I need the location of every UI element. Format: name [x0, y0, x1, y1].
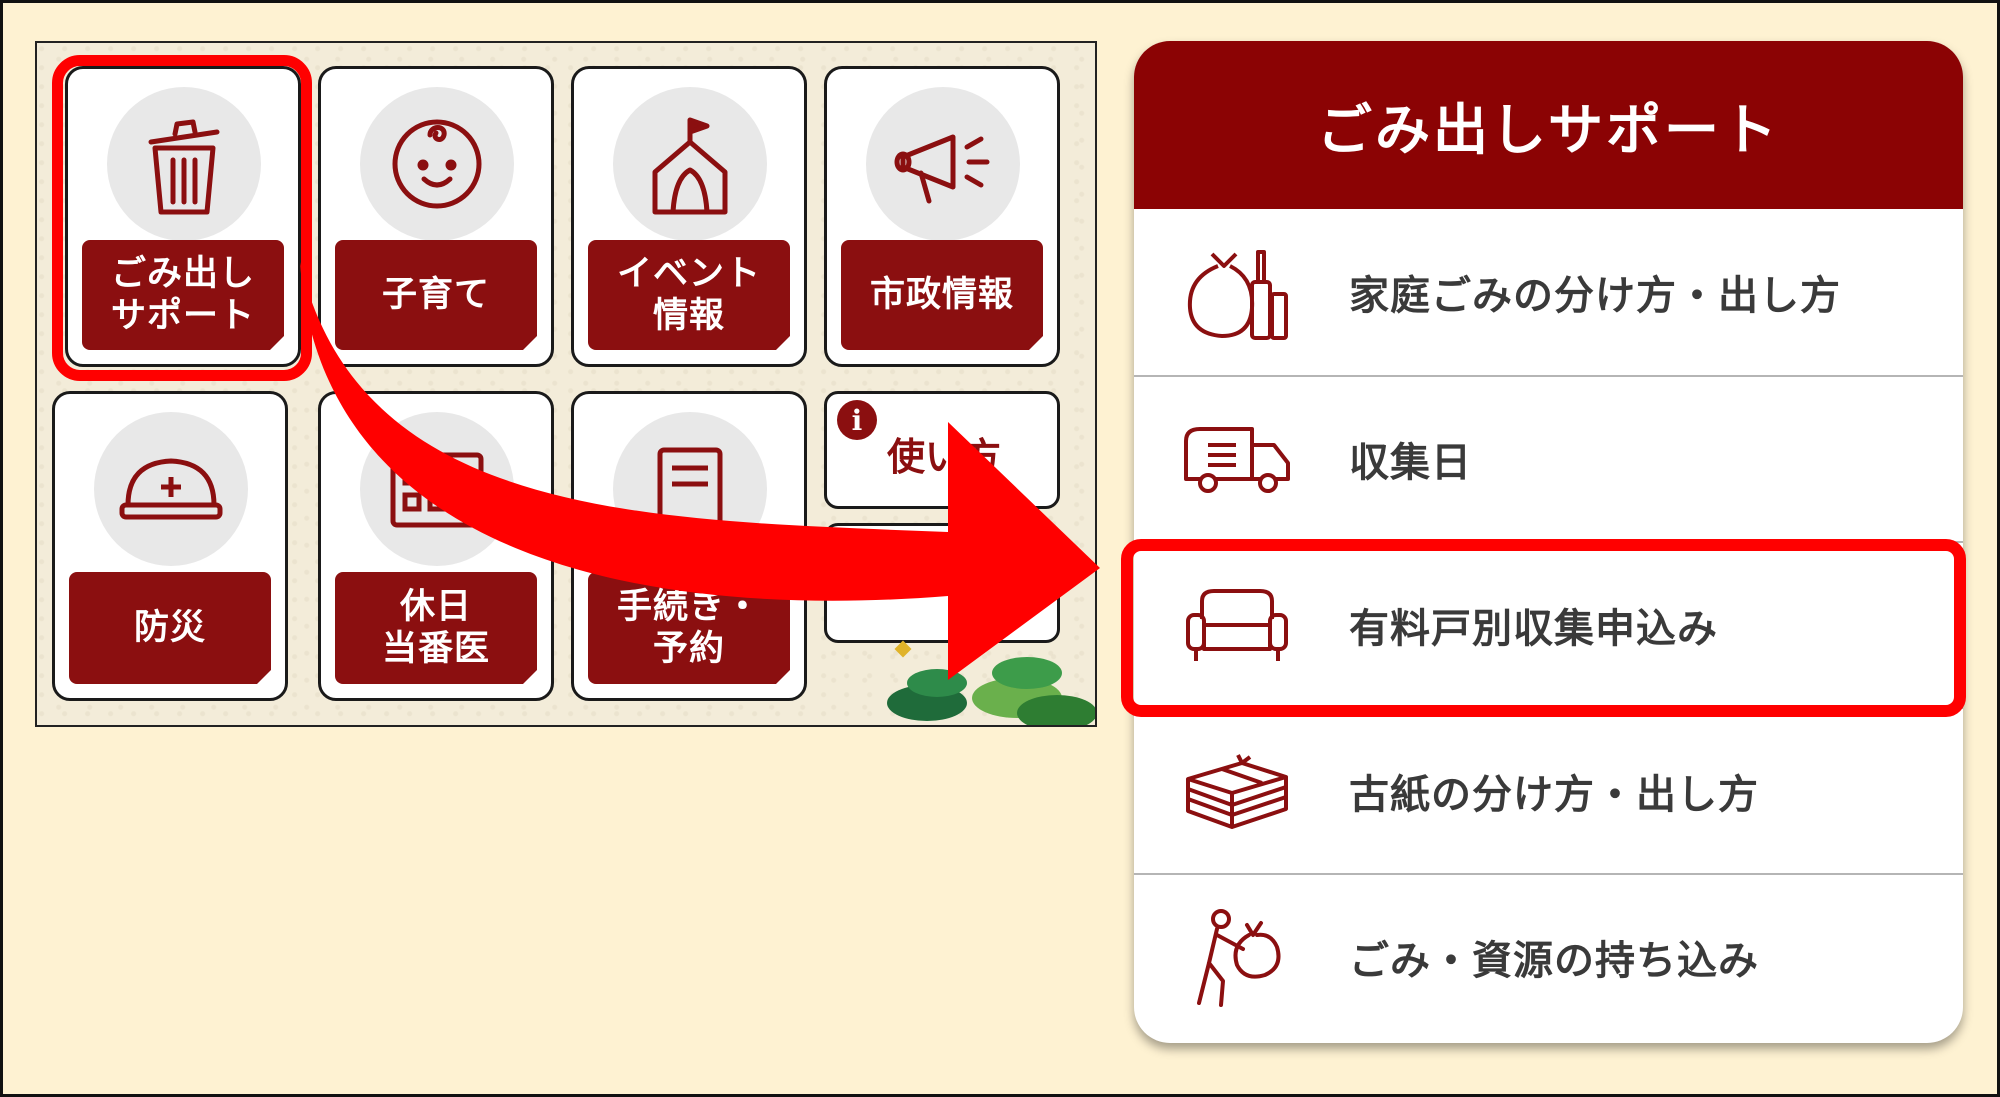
corner-arrow-icon: [1025, 332, 1047, 354]
menu-item-label: 収集日: [1349, 440, 1472, 486]
tile-label: 市政情報: [841, 240, 1043, 350]
tile-label: 防災: [69, 572, 271, 684]
menu-item-label: 家庭ごみの分け方・出し方: [1349, 273, 1841, 319]
menu-item-wastepaper-sorting[interactable]: 古紙の分け方・出し方: [1134, 707, 1963, 873]
panel-title: ごみ出しサポート: [1134, 41, 1963, 209]
pine-tree-decoration: [887, 620, 1095, 725]
menu-item-label: ごみ・資源の持ち込み: [1349, 938, 1759, 984]
corner-arrow-icon: [253, 666, 275, 688]
tile-city-info[interactable]: 市政情報: [824, 66, 1060, 367]
corner-arrow-icon: [772, 666, 794, 688]
menu-item-bring-in-waste[interactable]: ごみ・資源の持ち込み: [1134, 873, 1963, 1039]
tile-label: 手続き・ 予約: [588, 572, 790, 684]
garbage-truck-icon: [1179, 402, 1294, 517]
highlight-box-paid-collection: [1121, 539, 1966, 717]
menu-item-collection-days[interactable]: 収集日: [1134, 375, 1963, 541]
document-icon: [613, 412, 767, 566]
tile-procedures-reservation[interactable]: 手続き・ 予約: [571, 391, 807, 701]
baby-face-icon: [360, 87, 514, 241]
corner-arrow-icon: [519, 332, 541, 354]
tile-childcare[interactable]: 子育て: [318, 66, 554, 367]
calendar-icon: [360, 412, 514, 566]
usage-guide-label: 使い方: [887, 435, 1002, 479]
info-icon: i: [837, 400, 877, 440]
usage-guide-button[interactable]: i 使い方: [824, 391, 1060, 509]
helmet-icon: [94, 412, 248, 566]
menu-item-label: 古紙の分け方・出し方: [1349, 772, 1759, 818]
garbage-bag-bottles-icon: [1179, 235, 1294, 350]
tile-event-info[interactable]: イベント 情報: [571, 66, 807, 367]
tent-flag-icon: [613, 87, 767, 241]
tile-holiday-doctor[interactable]: 休日 当番医: [318, 391, 554, 701]
highlight-box-garbage-tile: [52, 55, 312, 381]
menu-item-sorting-disposal[interactable]: 家庭ごみの分け方・出し方: [1134, 209, 1963, 375]
tile-label: 子育て: [335, 240, 537, 350]
person-carrying-bag-icon: [1179, 900, 1294, 1015]
megaphone-icon: [866, 87, 1020, 241]
corner-arrow-icon: [519, 666, 541, 688]
tile-label: イベント 情報: [588, 240, 790, 350]
tile-label: 休日 当番医: [335, 572, 537, 684]
paper-bundle-icon: [1179, 734, 1294, 849]
tile-disaster-prevention[interactable]: 防災: [52, 391, 288, 701]
corner-arrow-icon: [772, 332, 794, 354]
